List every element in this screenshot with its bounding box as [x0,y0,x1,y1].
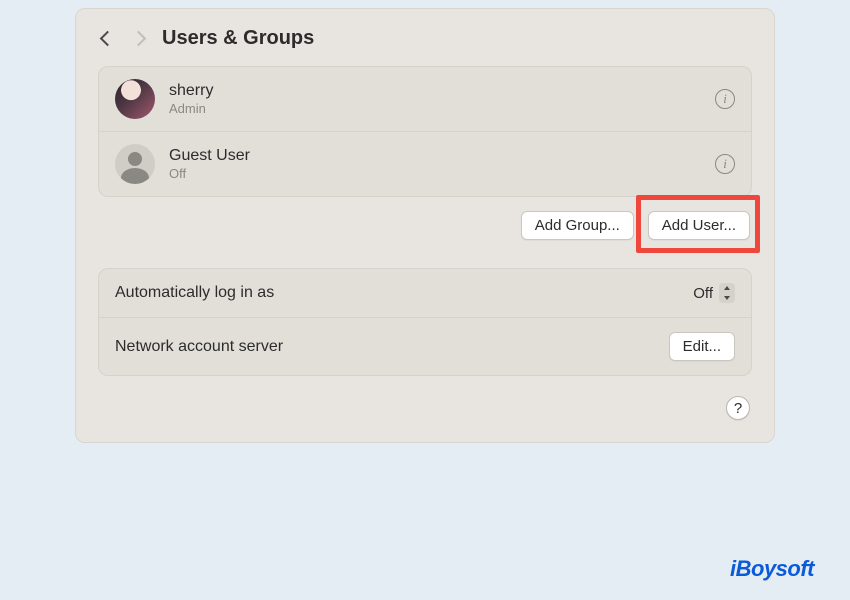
info-icon[interactable]: i [715,89,735,109]
forward-icon [131,31,147,47]
watermark: iBoysoft [730,556,814,582]
login-settings: Automatically log in as Off Network acco… [98,268,752,376]
auto-login-value: Off [693,285,713,302]
edit-button[interactable]: Edit... [669,332,735,361]
info-icon[interactable]: i [715,154,735,174]
user-name: sherry [169,82,213,100]
user-name: Guest User [169,147,250,165]
add-group-button[interactable]: Add Group... [521,211,634,240]
header: Users & Groups [98,27,752,50]
help-row: ? [98,396,752,420]
user-row[interactable]: Guest User Off i [99,132,751,196]
user-role: Off [169,166,250,181]
buttons-row: Add Group... Add User... [100,211,750,240]
auto-login-label: Automatically log in as [115,284,274,302]
avatar [115,144,155,184]
users-list: sherry Admin i Guest User Off i [98,66,752,197]
auto-login-row: Automatically log in as Off [99,269,751,318]
network-server-row: Network account server Edit... [99,318,751,375]
settings-panel: Users & Groups sherry Admin i Guest User… [75,8,775,443]
add-user-button[interactable]: Add User... [648,211,750,240]
user-info: Guest User Off [169,147,250,181]
network-server-label: Network account server [115,338,283,356]
back-icon[interactable] [100,31,116,47]
page-title: Users & Groups [162,27,314,50]
user-row[interactable]: sherry Admin i [99,67,751,132]
user-info: sherry Admin [169,82,213,116]
avatar [115,79,155,119]
help-icon[interactable]: ? [726,396,750,420]
chevron-updown-icon [719,283,735,303]
nav-arrows [102,33,144,44]
auto-login-dropdown[interactable]: Off [693,283,735,303]
user-role: Admin [169,101,213,116]
